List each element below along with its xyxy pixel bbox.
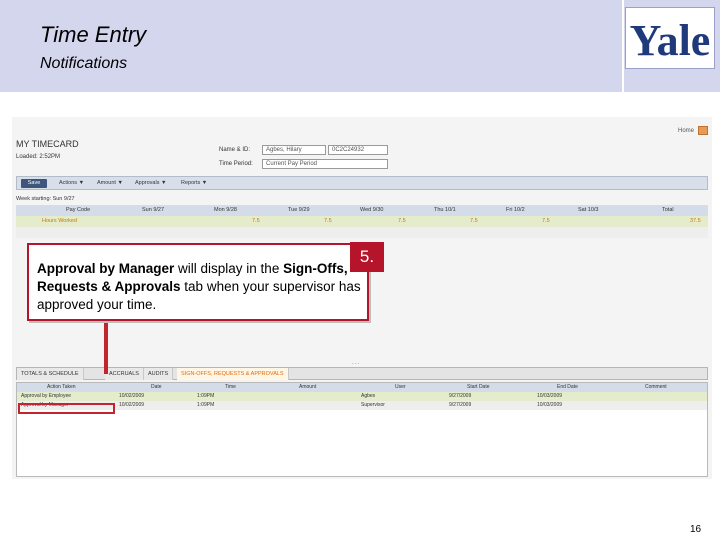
approvals-table: Action Taken Date Time Amount User Start…	[16, 382, 708, 477]
approvals-cell: 10/02/2009	[119, 402, 145, 408]
approvals-cell: 10/03/2009	[537, 402, 563, 408]
time-period-select[interactable]: Current Pay Period	[262, 159, 388, 169]
grid-cell: 37.5	[690, 218, 701, 224]
grid-cell[interactable]: 7.5	[324, 218, 332, 224]
tab-totals-schedule[interactable]: TOTALS & SCHEDULE	[17, 368, 84, 380]
timecard-heading: MY TIMECARD	[16, 139, 79, 149]
yale-logo: Yale	[625, 7, 715, 69]
week-starting: Week starting: Sun 9/27	[16, 196, 75, 202]
grid-header: Total	[662, 207, 674, 213]
lower-tabs: TOTALS & SCHEDULE ACCRUALS AUDITS SIGN-O…	[16, 367, 708, 380]
actions-menu[interactable]: Actions ▼	[59, 180, 84, 186]
pane-divider[interactable]: ...	[352, 360, 360, 366]
callout-text: Approval by Manager will display in the …	[37, 260, 367, 314]
page-number: 16	[690, 524, 702, 535]
approvals-header: Time	[225, 384, 236, 390]
step-badge: 5.	[350, 242, 384, 272]
slide-header: Time Entry Notifications	[0, 0, 720, 92]
grid-cell[interactable]: 7.5	[542, 218, 550, 224]
grid-header: Wed 9/30	[360, 207, 384, 213]
approvals-cell: Agbes	[361, 393, 376, 399]
approvals-header: Action Taken	[47, 384, 76, 390]
grid-header: Mon 9/28	[214, 207, 237, 213]
approvals-header-row: Action Taken Date Time Amount User Start…	[17, 383, 707, 392]
approvals-cell: 1:09PM	[197, 393, 215, 399]
grid-cell[interactable]: Hours Worked	[42, 218, 77, 224]
grid-header: Fri 10/2	[506, 207, 525, 213]
tab-signoffs-requests-approvals[interactable]: SIGN-OFFS, REQUESTS & APPROVALS	[177, 368, 289, 380]
loaded-time: Loaded: 2:52PM	[16, 154, 61, 160]
table-row[interactable]: Approval by Manager 10/02/2009 1:09PM Su…	[17, 401, 707, 410]
save-button[interactable]: Save	[21, 179, 47, 188]
grid-header: Thu 10/1	[434, 207, 456, 213]
table-row[interactable]: Approval by Employee 10/02/2009 1:09PM A…	[17, 392, 707, 401]
header-divider	[622, 0, 624, 92]
approvals-cell: 10/03/2009	[537, 393, 563, 399]
approvals-header: User	[395, 384, 406, 390]
approvals-cell: Approval by Employee	[21, 393, 72, 399]
approvals-header: Comment	[645, 384, 667, 390]
grid-header: Pay Code	[66, 207, 91, 213]
callout-box: Approval by Manager will display in the …	[27, 243, 369, 321]
id-field[interactable]: 0C2C24932	[328, 145, 388, 155]
grid-cell[interactable]: 7.5	[398, 218, 406, 224]
amount-menu[interactable]: Amount ▼	[97, 180, 123, 186]
time-period-label: Time Period:	[219, 161, 253, 167]
grid-header: Tue 9/29	[288, 207, 310, 213]
slide-title: Time Entry	[40, 22, 147, 47]
table-row: Hours Worked 7.5 7.5 7.5 7.5 7.5 37.5	[16, 216, 708, 227]
home-icon[interactable]	[698, 126, 708, 135]
approvals-cell: 9/27/2009	[449, 402, 472, 408]
yale-logo-mark: Yale	[630, 16, 711, 63]
approvals-header: Start Date	[467, 384, 490, 390]
callout-text-1: will display in the	[174, 261, 284, 276]
approvals-cell: 9/27/2009	[449, 393, 472, 399]
approvals-cell: 10/02/2009	[119, 393, 145, 399]
approvals-menu[interactable]: Approvals ▼	[135, 180, 166, 186]
tab-accruals[interactable]: ACCRUALS	[105, 368, 144, 380]
grid-header-row: Pay Code Sun 9/27 Mon 9/28 Tue 9/29 Wed …	[16, 205, 708, 216]
approvals-header: End Date	[557, 384, 578, 390]
tab-audits[interactable]: AUDITS	[144, 368, 174, 380]
approvals-header: Date	[151, 384, 162, 390]
grid-cell[interactable]: 7.5	[470, 218, 478, 224]
approvals-cell: 1:09PM	[197, 402, 215, 408]
table-row	[16, 227, 708, 238]
reports-menu[interactable]: Reports ▼	[181, 180, 207, 186]
callout-bold-manager: Approval by Manager	[37, 261, 175, 276]
grid-header: Sun 9/27	[142, 207, 165, 213]
home-link[interactable]: Home	[678, 128, 694, 134]
yale-logo-text: Yale	[630, 16, 711, 63]
grid-cell[interactable]: 7.5	[252, 218, 260, 224]
manager-approval-highlight	[18, 403, 115, 414]
name-field[interactable]: Agbes, Hilary	[262, 145, 326, 155]
callout-connector	[104, 321, 108, 374]
timecard-toolbar: Save Actions ▼ Amount ▼ Approvals ▼ Repo…	[16, 176, 708, 190]
approvals-cell: Supervisor	[361, 402, 385, 408]
slide-subtitle: Notifications	[40, 55, 128, 72]
name-id-label: Name & ID:	[219, 147, 251, 153]
approvals-header: Amount	[299, 384, 317, 390]
grid-header: Sat 10/3	[578, 207, 599, 213]
